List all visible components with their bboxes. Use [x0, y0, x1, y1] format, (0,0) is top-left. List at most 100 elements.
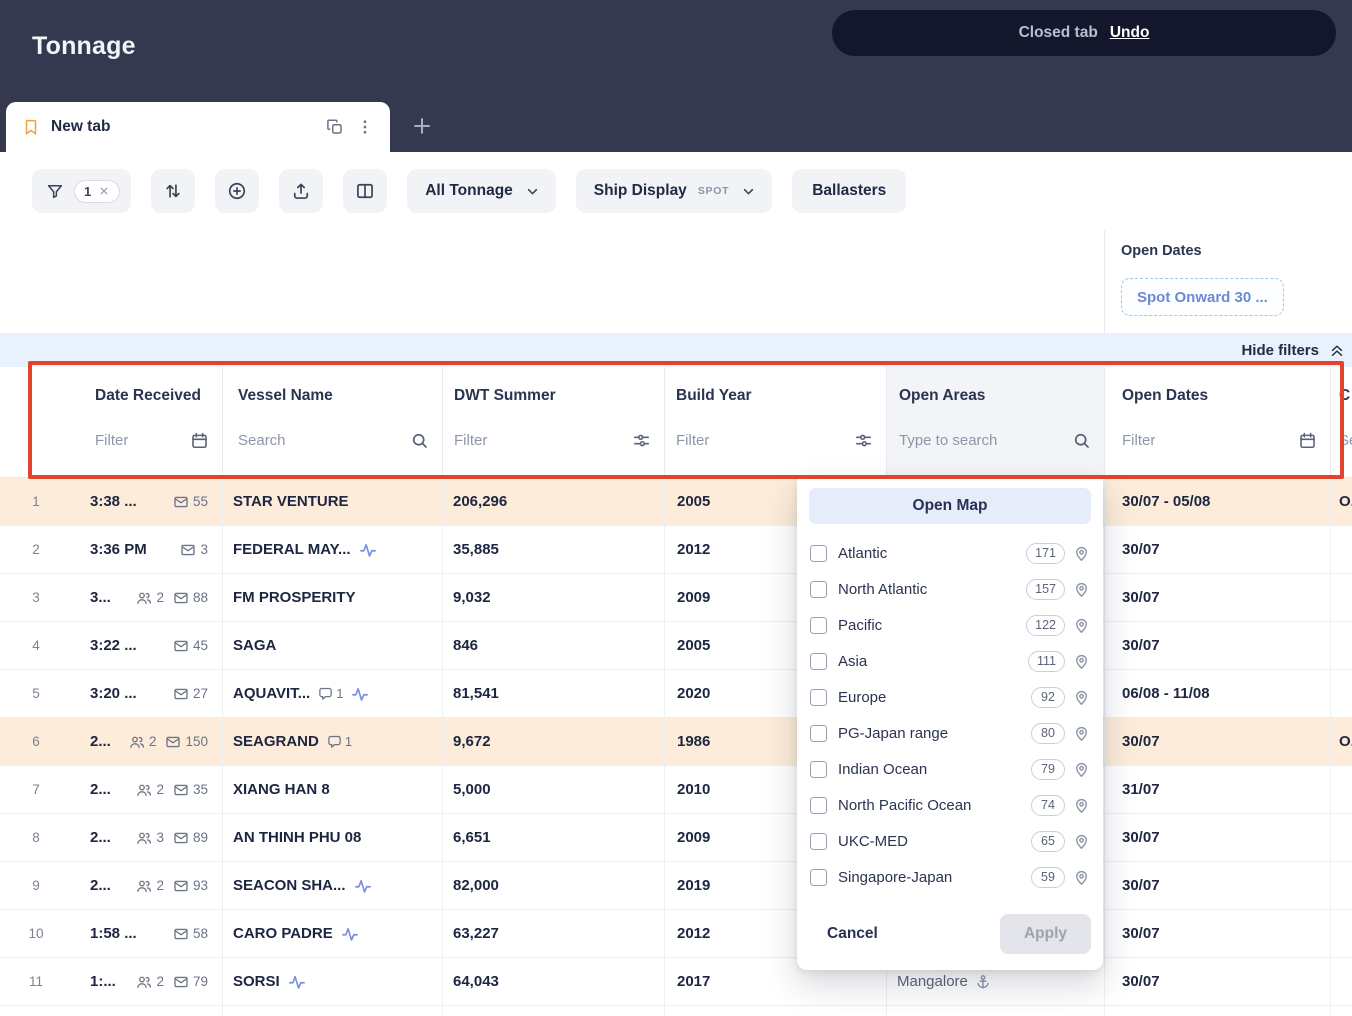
area-checkbox[interactable]: [810, 617, 827, 634]
column-dwt-summer[interactable]: DWT Summer: [442, 367, 664, 477]
table-row[interactable]: 82...389AN THINH PHU 086,651200930/07: [0, 814, 1352, 862]
area-checkbox[interactable]: [810, 689, 827, 706]
sliders-icon[interactable]: [632, 431, 651, 450]
column-build-year[interactable]: Build Year: [664, 367, 886, 477]
map-pin-icon[interactable]: [1073, 653, 1090, 670]
vessel-name-filter[interactable]: [238, 427, 442, 453]
area-checkbox[interactable]: [810, 797, 827, 814]
vessel-cell[interactable]: STAR VENTURE: [222, 478, 442, 525]
map-pin-icon[interactable]: [1073, 581, 1090, 598]
map-pin-icon[interactable]: [1073, 833, 1090, 850]
vessel-cell[interactable]: SEAGRAND1: [222, 718, 442, 765]
open-map-button[interactable]: Open Map: [809, 488, 1091, 524]
tab-menu-icon[interactable]: [356, 118, 374, 136]
vessel-cell[interactable]: CARO PADRE: [222, 910, 442, 957]
date-received-filter[interactable]: [95, 427, 222, 453]
table-row[interactable]: 101:58 ...58CARO PADRE63,227201230/07: [0, 910, 1352, 958]
table-row[interactable]: 23:36 PM3FEDERAL MAY...35,885201230/07: [0, 526, 1352, 574]
open-dates-filter[interactable]: [1122, 427, 1330, 453]
area-option[interactable]: North Atlantic157: [797, 571, 1103, 607]
dwt-filter[interactable]: [454, 427, 664, 453]
table-row[interactable]: 43:22 ...45SAGA846200530/07: [0, 622, 1352, 670]
area-checkbox[interactable]: [810, 725, 827, 742]
filter-count-badge[interactable]: 1: [74, 180, 120, 203]
open-areas-filter[interactable]: [899, 427, 1104, 453]
table-row[interactable]: 72...235XIANG HAN 85,000201031/07: [0, 766, 1352, 814]
vessel-cell[interactable]: FEDERAL MAY...: [222, 526, 442, 573]
build-year-filter[interactable]: [676, 427, 886, 453]
column-open-areas[interactable]: Open Areas: [886, 367, 1104, 477]
cancel-button[interactable]: Cancel: [827, 925, 878, 943]
filter-button[interactable]: 1: [32, 169, 131, 213]
vessel-search-input[interactable]: [238, 432, 410, 449]
table-row[interactable]: 53:20 ...27AQUAVIT...181,541202006/08 - …: [0, 670, 1352, 718]
vessel-cell[interactable]: SAGA: [222, 622, 442, 669]
export-button[interactable]: [279, 169, 323, 213]
area-option[interactable]: Atlantic171: [797, 535, 1103, 571]
map-pin-icon[interactable]: [1073, 689, 1090, 706]
ballasters-button[interactable]: Ballasters: [792, 169, 906, 213]
ship-display-dropdown[interactable]: Ship Display SPOT: [576, 169, 772, 213]
vessel-cell[interactable]: FM PROSPERITY: [222, 574, 442, 621]
calendar-icon[interactable]: [190, 431, 209, 450]
vessel-cell[interactable]: AQUAVIT...1: [222, 670, 442, 717]
columns-button[interactable]: [343, 169, 387, 213]
open-areas-search-input[interactable]: [899, 432, 1072, 449]
area-checkbox[interactable]: [810, 869, 827, 886]
table-row[interactable]: 13:38 ...55STAR VENTURE206,296200530/07 …: [0, 478, 1352, 526]
vessel-cell[interactable]: SEACON SHA...: [222, 862, 442, 909]
area-checkbox[interactable]: [810, 761, 827, 778]
area-checkbox[interactable]: [810, 653, 827, 670]
map-pin-icon[interactable]: [1073, 869, 1090, 886]
area-option[interactable]: North Pacific Ocean74: [797, 787, 1103, 823]
column-open-dates[interactable]: Open Dates: [1104, 367, 1330, 477]
area-option[interactable]: Pacific122: [797, 607, 1103, 643]
area-option[interactable]: Asia111: [797, 643, 1103, 679]
map-pin-icon[interactable]: [1073, 761, 1090, 778]
column-date-received[interactable]: Date Received: [0, 367, 222, 477]
add-tab-button[interactable]: [408, 112, 436, 140]
area-checkbox[interactable]: [810, 545, 827, 562]
date-received-cell: 2...2150: [72, 718, 222, 765]
apply-button[interactable]: Apply: [1000, 914, 1091, 954]
calendar-icon[interactable]: [1298, 431, 1317, 450]
table-row[interactable]: 92...293SEACON SHA...82,000201930/07: [0, 862, 1352, 910]
area-checkbox[interactable]: [810, 581, 827, 598]
area-option[interactable]: Europe92: [797, 679, 1103, 715]
clear-filter-icon[interactable]: [98, 185, 110, 197]
area-option[interactable]: Singapore-Japan59: [797, 859, 1103, 895]
tonnage-scope-dropdown[interactable]: All Tonnage: [407, 169, 556, 213]
table-row[interactable]: [0, 1006, 1352, 1016]
search-icon[interactable]: [410, 431, 429, 450]
tab-new-tab[interactable]: New tab: [6, 102, 390, 152]
vessel-cell[interactable]: XIANG HAN 8: [222, 766, 442, 813]
vessel-cell[interactable]: AN THINH PHU 08: [222, 814, 442, 861]
hide-filters-bar[interactable]: Hide filters: [0, 333, 1352, 367]
open-dates-filter-input[interactable]: [1122, 432, 1298, 449]
table-row[interactable]: 33...288FM PROSPERITY9,032200930/07: [0, 574, 1352, 622]
undo-button[interactable]: Undo: [1110, 24, 1150, 42]
search-icon[interactable]: [1072, 431, 1091, 450]
table-row[interactable]: 111:...279SORSI64,0432017Mangalore30/07: [0, 958, 1352, 1006]
open-dates-filter-chip[interactable]: Spot Onward 30 ...: [1121, 278, 1284, 316]
vessel-cell[interactable]: [222, 1006, 442, 1016]
area-option[interactable]: UKC-MED65: [797, 823, 1103, 859]
duplicate-tab-icon[interactable]: [326, 118, 344, 136]
sort-button[interactable]: [151, 169, 195, 213]
map-pin-icon[interactable]: [1073, 725, 1090, 742]
build-year-filter-input[interactable]: [676, 432, 854, 449]
map-pin-icon[interactable]: [1073, 545, 1090, 562]
vessel-cell[interactable]: SORSI: [222, 958, 442, 1005]
table-row[interactable]: 62...2150SEAGRAND19,672198630/07O...: [0, 718, 1352, 766]
column-vessel-name[interactable]: Vessel Name: [222, 367, 442, 477]
map-pin-icon[interactable]: [1073, 797, 1090, 814]
area-option[interactable]: PG-Japan range80: [797, 715, 1103, 751]
date-received-filter-input[interactable]: [95, 432, 190, 449]
dwt-filter-input[interactable]: [454, 432, 632, 449]
sliders-icon[interactable]: [854, 431, 873, 450]
area-option[interactable]: Indian Ocean79: [797, 751, 1103, 787]
add-record-button[interactable]: [215, 169, 259, 213]
map-pin-icon[interactable]: [1073, 617, 1090, 634]
area-checkbox[interactable]: [810, 833, 827, 850]
mail-icon: [173, 926, 189, 942]
